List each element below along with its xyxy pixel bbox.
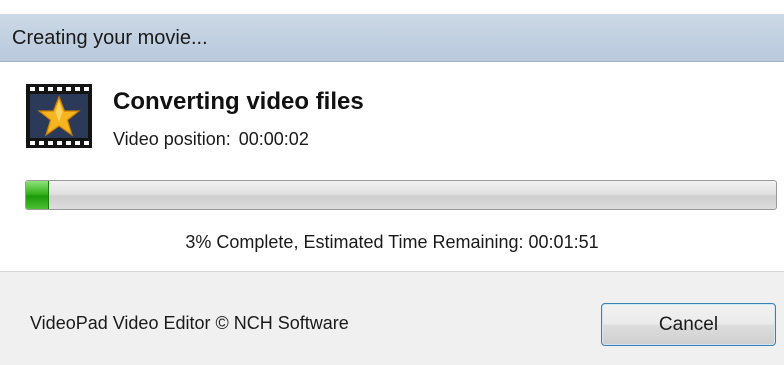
window-title: Creating your movie... (12, 27, 208, 49)
window-frame-top (0, 0, 784, 15)
dialog-footer: VideoPad Video Editor © NCH Software Can… (0, 272, 784, 365)
app-credit: VideoPad Video Editor © NCH Software (30, 313, 349, 333)
title-bar[interactable]: Creating your movie... (0, 14, 784, 62)
video-position-label: Video position: (113, 129, 231, 149)
progress-bar (25, 180, 777, 210)
progress-dialog: Creating your movie... Converting video … (0, 0, 784, 365)
video-position: Video position: 00:00:02 (113, 129, 309, 150)
videopad-film-star-icon (26, 84, 92, 148)
dialog-heading: Converting video files (113, 88, 364, 115)
dialog-content: Converting video files Video position: 00… (0, 62, 784, 272)
cancel-button[interactable]: Cancel (601, 303, 776, 346)
progress-bar-fill (26, 181, 49, 209)
video-position-value: 00:00:02 (238, 129, 309, 149)
progress-status-text: 3% Complete, Estimated Time Remaining: 0… (185, 232, 599, 252)
